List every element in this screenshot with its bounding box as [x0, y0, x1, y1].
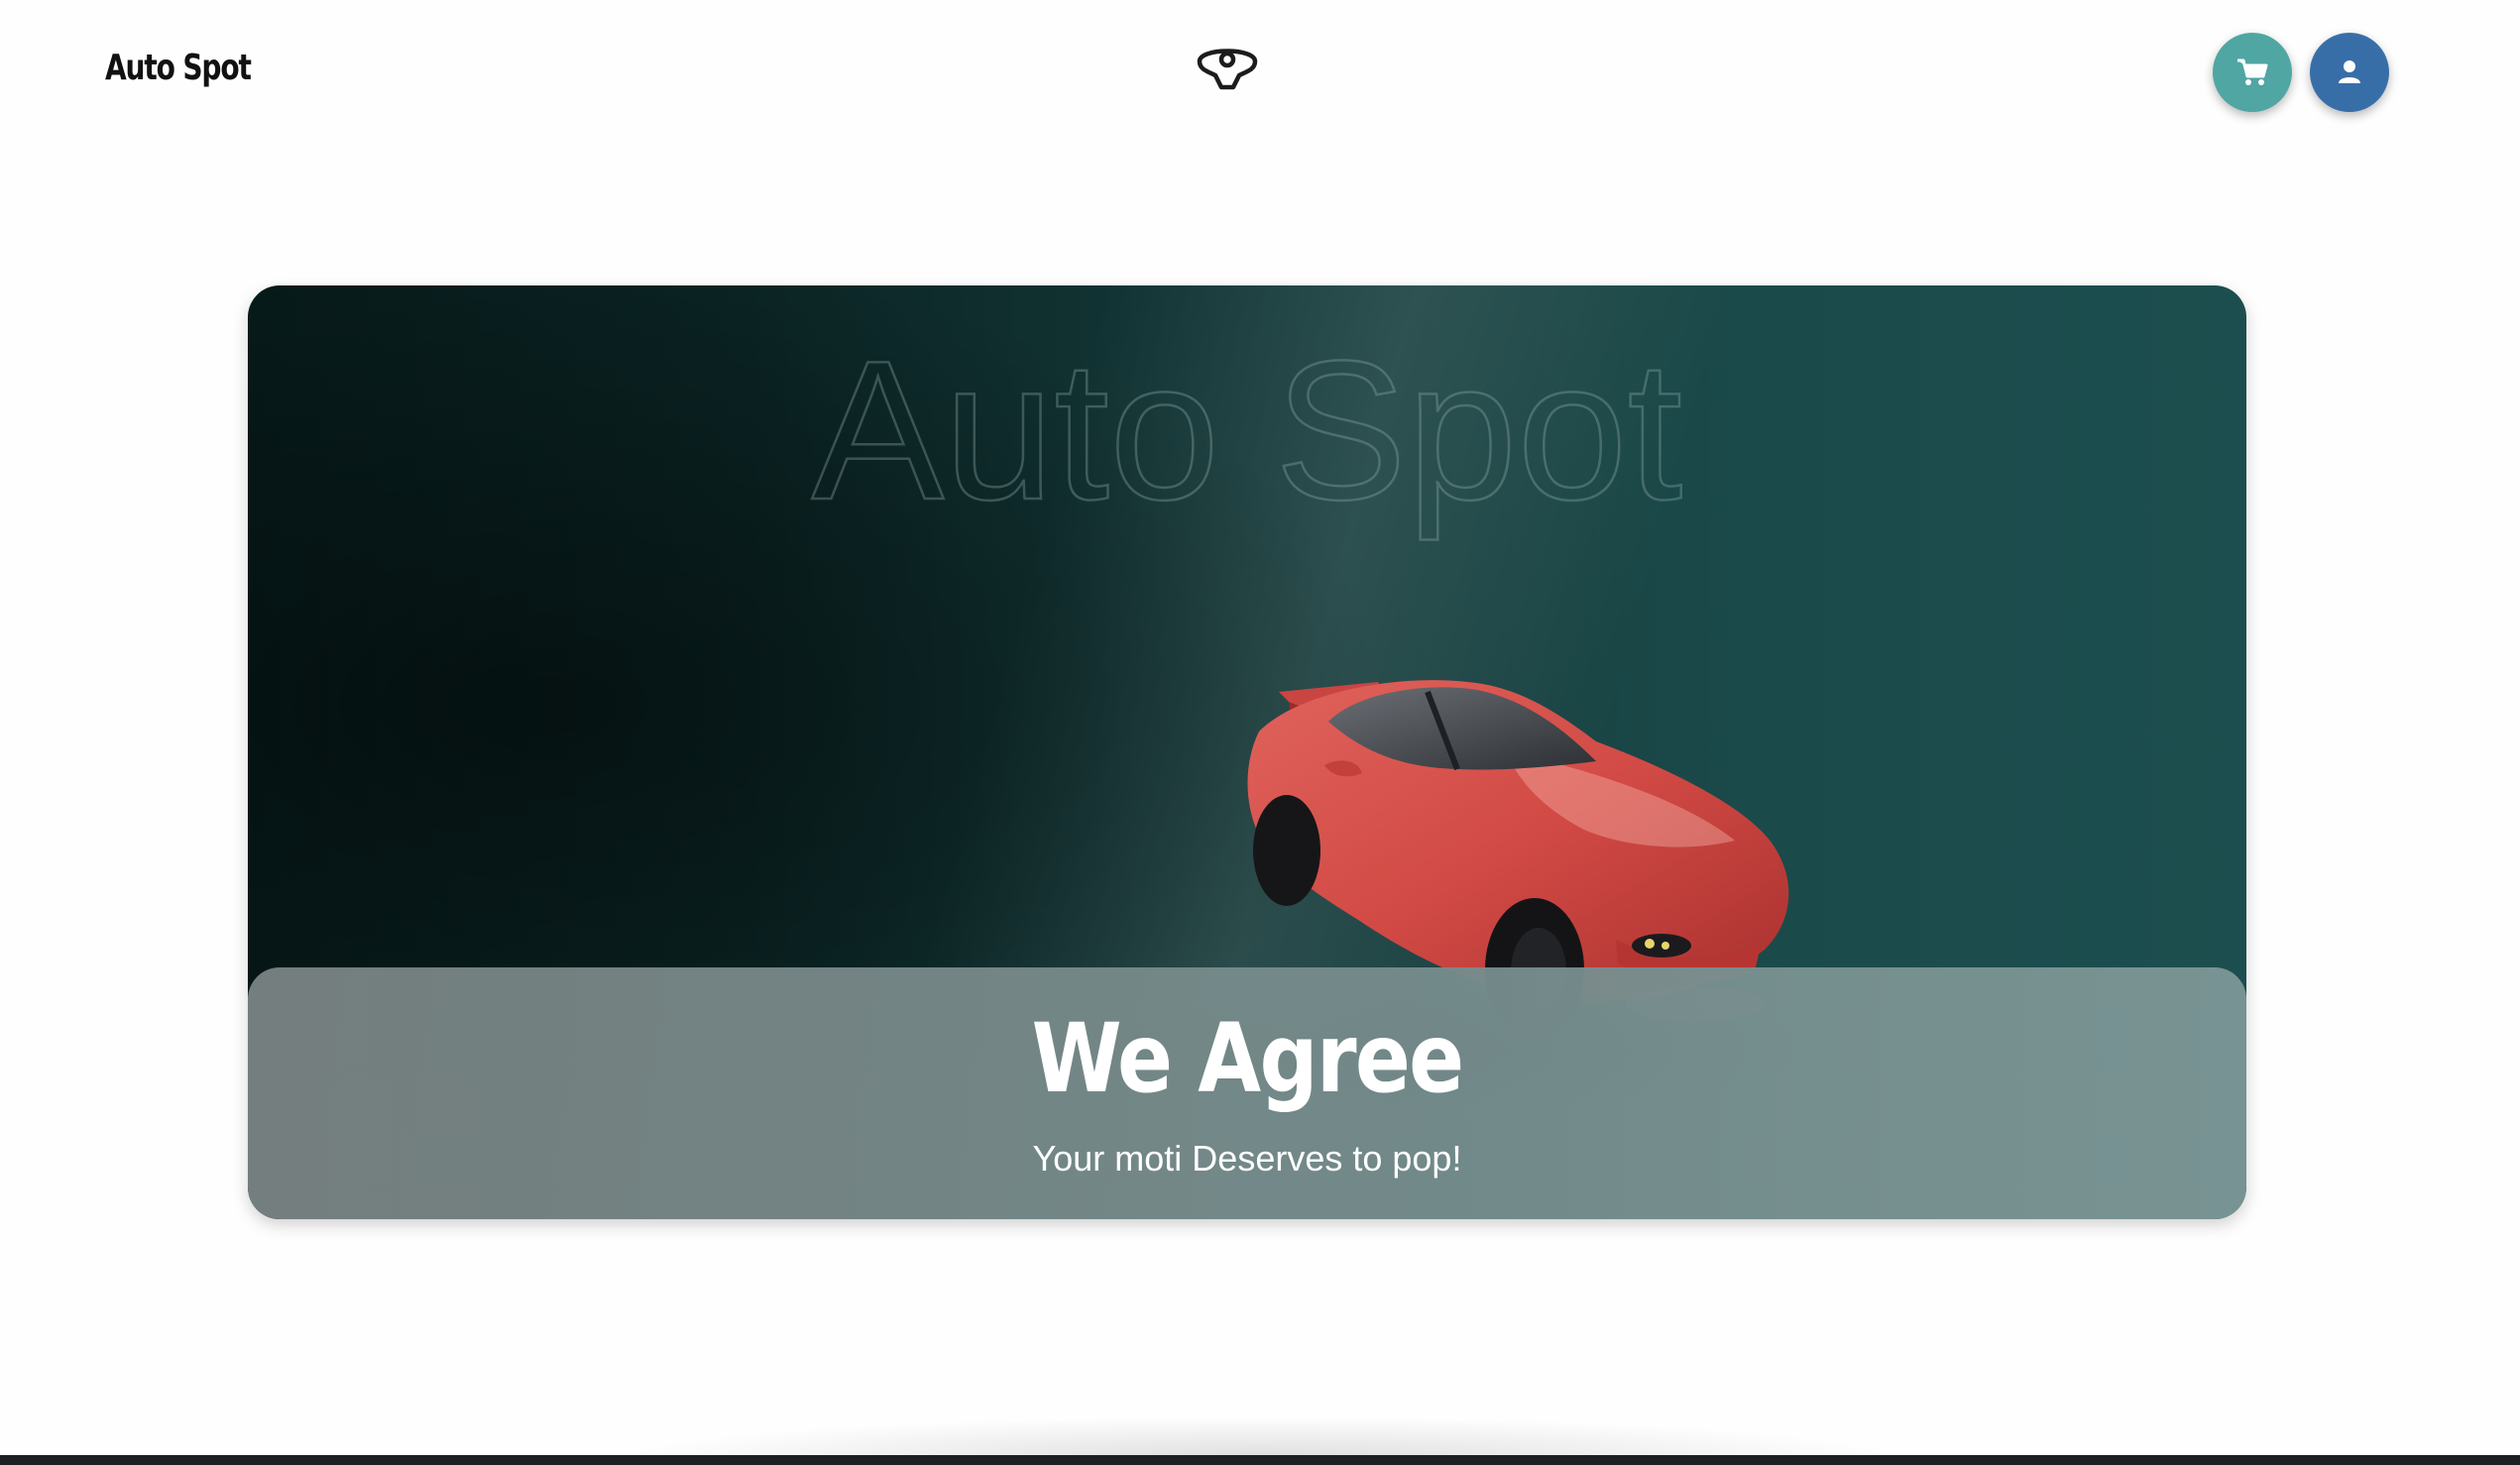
- hero-background-text-glyphs: Auto Spot: [812, 320, 1682, 541]
- hero-background-text: Auto Spot: [811, 319, 1684, 543]
- cart-button[interactable]: [2213, 33, 2292, 112]
- cart-icon: [2237, 58, 2268, 85]
- hero-caption-panel: We Agree Your moti Deserves to pop!: [248, 967, 2246, 1219]
- hero-banner: Auto Spot We Agree Your moti Deserves to…: [248, 285, 2246, 1219]
- footer-bar: [0, 1455, 2520, 1465]
- brand-logo-text[interactable]: Auto Spot: [105, 48, 252, 88]
- hero-subtitle: Your moti Deserves to pop!: [1032, 1138, 1462, 1179]
- user-icon: [2339, 60, 2360, 83]
- header: Auto Spot: [0, 0, 2520, 149]
- user-button[interactable]: [2310, 33, 2389, 112]
- footer-shadow: [416, 1368, 2102, 1457]
- hero-title: We Agree: [1031, 1003, 1465, 1114]
- steering-wheel-icon[interactable]: [1194, 40, 1261, 93]
- page: Auto Spot Auto Spot We Agree Your moti D…: [0, 0, 2520, 1465]
